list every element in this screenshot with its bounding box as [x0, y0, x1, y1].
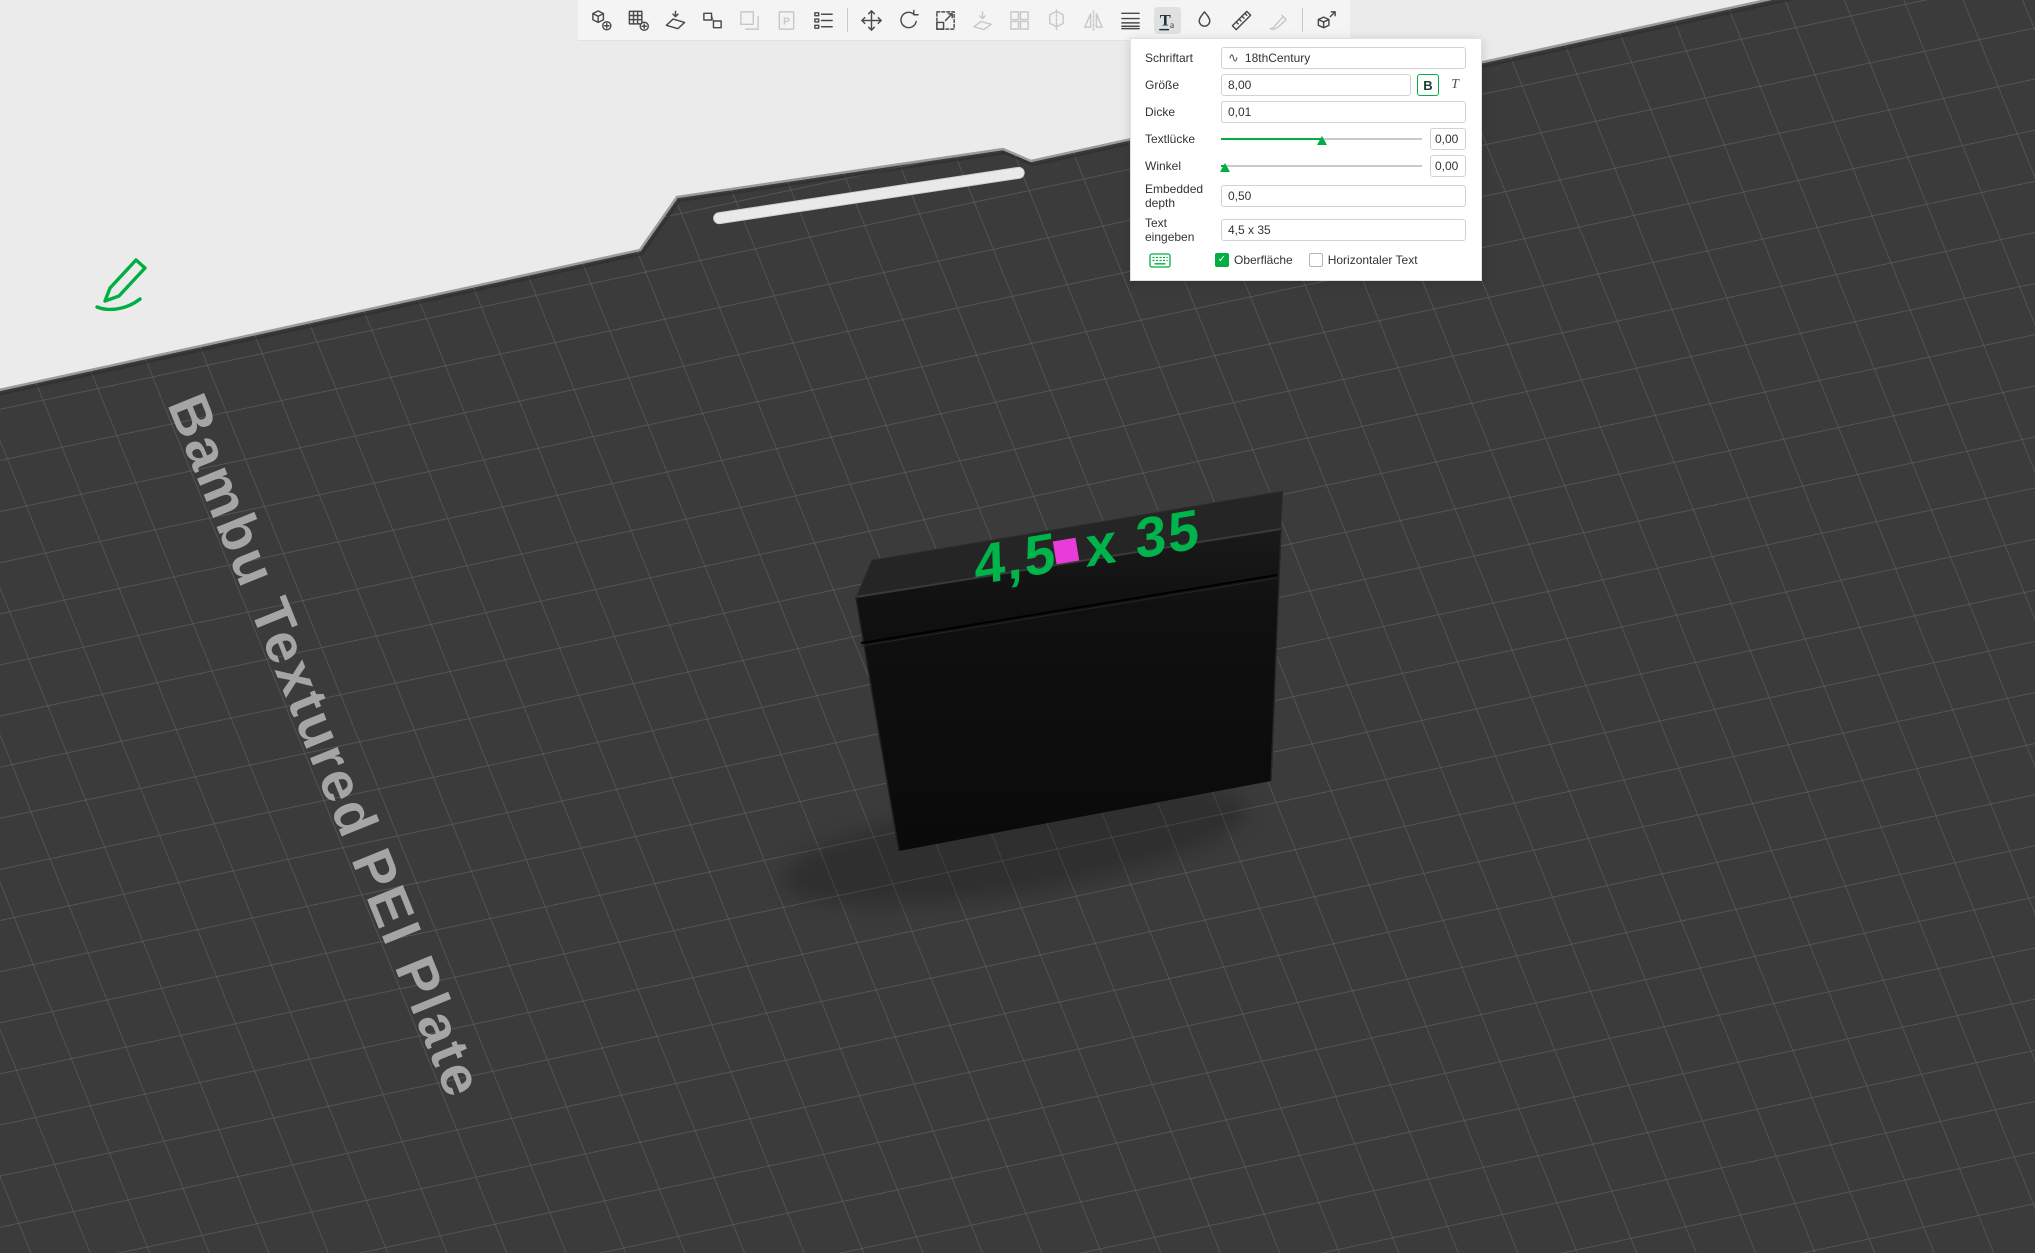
support-painting-button[interactable] — [1265, 7, 1292, 34]
cut-button[interactable] — [1043, 7, 1070, 34]
panel-footer: ✓ Oberfläche Horizontaler Text — [1145, 252, 1466, 268]
add-gallery-icon — [628, 10, 649, 31]
keyboard-icon[interactable] — [1149, 252, 1171, 268]
text-tool-button[interactable]: T a — [1154, 6, 1181, 34]
move-button[interactable] — [858, 7, 885, 34]
size-input[interactable] — [1221, 74, 1411, 96]
angle-slider-thumb[interactable] — [1220, 163, 1231, 172]
surface-checkbox-group[interactable]: ✓ Oberfläche — [1215, 253, 1293, 268]
check-icon: ✓ — [1217, 254, 1227, 266]
add-object-icon — [592, 9, 612, 31]
svg-text:a: a — [1170, 20, 1175, 31]
rotate-button[interactable] — [895, 7, 922, 34]
variable-layer-height-icon — [1121, 12, 1140, 29]
split-objects-icon — [703, 12, 722, 28]
object-list-icon — [814, 11, 833, 29]
svg-text:P: P — [783, 15, 790, 27]
text-content-input[interactable] — [1221, 219, 1466, 242]
text-gap-slider-thumb[interactable] — [1316, 136, 1327, 145]
angle-input[interactable] — [1430, 155, 1466, 177]
angle-slider[interactable] — [1220, 159, 1422, 173]
embedded-depth-input[interactable] — [1221, 185, 1466, 208]
text-input-row: Text eingeben — [1145, 216, 1466, 245]
variable-layer-height-button[interactable] — [1117, 7, 1144, 34]
text-gap-slider[interactable] — [1221, 132, 1422, 146]
auto-orient-icon — [665, 10, 686, 29]
italic-button[interactable]: T — [1444, 74, 1466, 96]
clone-button[interactable] — [1006, 7, 1033, 34]
font-row: Schriftart ∿ 18thCentury — [1145, 47, 1466, 69]
text-gap-label: Textlücke — [1145, 131, 1196, 146]
thickness-input[interactable] — [1221, 101, 1466, 123]
surface-checkbox-label: Oberfläche — [1234, 253, 1293, 268]
paste-button[interactable]: P — [773, 7, 800, 34]
toolbar-separator — [1302, 8, 1303, 32]
text-cursor-handle[interactable] — [1052, 537, 1080, 565]
text-tool-icon: T a — [1159, 10, 1175, 31]
text-gap-row: Textlücke — [1145, 128, 1466, 150]
font-dropdown-value: 18thCentury — [1244, 51, 1311, 65]
auto-orient-button[interactable] — [662, 7, 689, 34]
font-label: Schriftart — [1145, 50, 1194, 65]
add-from-gallery-button[interactable] — [625, 7, 652, 34]
color-painting-icon — [1198, 10, 1211, 27]
surface-checkbox[interactable]: ✓ — [1215, 253, 1229, 268]
thickness-row: Dicke — [1145, 101, 1466, 123]
angle-row: Winkel — [1145, 155, 1466, 177]
add-object-button[interactable] — [588, 7, 615, 34]
cut-icon — [1049, 8, 1064, 32]
move-icon — [861, 9, 882, 31]
size-row: Größe B T — [1145, 74, 1466, 96]
measure-button[interactable] — [1228, 7, 1255, 34]
lay-on-face-icon — [973, 10, 992, 30]
assembly-view-icon — [1317, 10, 1336, 28]
size-label: Größe — [1145, 77, 1180, 92]
mirror-button[interactable] — [1080, 7, 1107, 34]
split-objects-button[interactable] — [699, 7, 726, 34]
clone-icon — [1010, 10, 1029, 30]
mirror-icon — [1084, 9, 1103, 31]
color-painting-button[interactable] — [1191, 7, 1218, 34]
copy-button[interactable] — [736, 7, 763, 34]
text-gap-input[interactable] — [1430, 128, 1466, 150]
embedded-depth-label: Embedded depth — [1145, 182, 1204, 211]
horizontal-text-checkbox-label: Horizontaler Text — [1327, 253, 1418, 268]
assembly-view-button[interactable] — [1313, 7, 1340, 34]
object-list-button[interactable] — [810, 7, 837, 34]
font-preview-icon: ∿ — [1228, 50, 1239, 65]
scale-button[interactable] — [932, 7, 959, 34]
horizontal-text-checkbox[interactable] — [1308, 253, 1323, 268]
measure-icon — [1231, 10, 1252, 30]
viewport-3d[interactable]: Bambu Textured PEI Plate 4,5 x 35 — [0, 0, 2035, 1253]
main-toolbar: P T a — [578, 0, 1350, 41]
support-painting-icon — [1269, 14, 1287, 30]
paste-icon: P — [778, 10, 795, 30]
text-input-label: Text eingeben — [1145, 215, 1195, 245]
bold-button[interactable]: B — [1417, 74, 1439, 96]
scale-icon — [936, 10, 955, 30]
text-tool-panel: Schriftart ∿ 18thCentury Größe B T Dicke… — [1130, 38, 1482, 281]
embedded-depth-row: Embedded depth — [1145, 182, 1466, 211]
copy-icon — [740, 10, 759, 30]
rotate-icon — [900, 9, 919, 28]
lay-on-face-button[interactable] — [969, 7, 996, 34]
thickness-label: Dicke — [1145, 104, 1176, 119]
toolbar-separator — [847, 8, 848, 32]
font-dropdown[interactable]: ∿ 18thCentury — [1221, 47, 1466, 69]
horizontal-text-checkbox-group[interactable]: Horizontaler Text — [1308, 253, 1418, 268]
angle-label: Winkel — [1145, 158, 1182, 173]
